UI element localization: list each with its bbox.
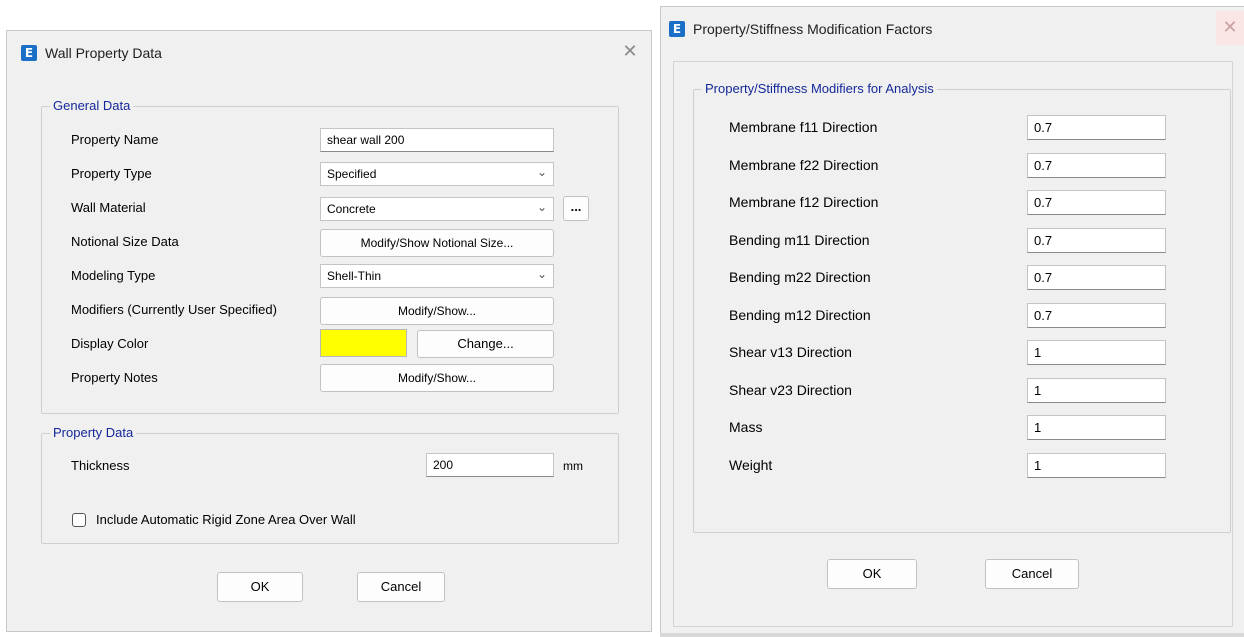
close-icon[interactable]: ✕ <box>619 41 641 63</box>
modifiers-dialog: E Property/Stiffness Modification Factor… <box>660 6 1244 634</box>
modifiers-dialog-title: Property/Stiffness Modification Factors <box>693 21 933 37</box>
thickness-label: Thickness <box>71 458 130 473</box>
modifier-label: Weight <box>729 456 773 473</box>
display-color-swatch[interactable] <box>320 329 407 357</box>
property-notes-button[interactable]: Modify/Show... <box>320 364 554 392</box>
property-type-label: Property Type <box>71 166 152 181</box>
property-data-title: Property Data <box>50 425 137 440</box>
property-data-group: Property Data <box>41 425 619 544</box>
wall-dialog-titlebar: E Wall Property Data <box>7 33 651 73</box>
chevron-down-icon: ⌄ <box>536 200 547 214</box>
material-ellipsis-button[interactable]: ... <box>563 196 589 221</box>
modifier-value-input[interactable]: 0.7 <box>1027 265 1166 290</box>
modifiers-dialog-titlebar: E Property/Stiffness Modification Factor… <box>661 9 1244 49</box>
close-icon[interactable]: ✕ <box>1216 11 1244 45</box>
wall-material-select[interactable]: Concrete ⌄ <box>320 197 554 221</box>
property-name-label: Property Name <box>71 132 159 147</box>
modifier-value-input[interactable]: 0.7 <box>1027 190 1166 215</box>
property-type-select[interactable]: Specified ⌄ <box>320 162 554 186</box>
modifier-label: Shear v13 Direction <box>729 344 852 360</box>
ok-button[interactable]: OK <box>217 572 303 602</box>
modifier-label: Mass <box>729 419 763 435</box>
modifier-value-input[interactable]: 0.7 <box>1027 115 1166 140</box>
modifier-label: Shear v23 Direction <box>729 381 852 398</box>
notional-size-label: Notional Size Data <box>71 234 179 249</box>
modifier-label: Bending m22 Direction <box>729 269 871 285</box>
property-name-input[interactable]: shear wall 200 <box>320 128 554 152</box>
modifier-value-input[interactable]: 1 <box>1027 452 1166 478</box>
chevron-down-icon: ⌄ <box>536 267 547 281</box>
modifier-label: Membrane f12 Direction <box>729 194 879 210</box>
modifier-value-input[interactable]: 0.7 <box>1027 302 1166 328</box>
dialog-bottom-edge <box>660 633 1244 637</box>
modifier-label: Bending m11 Direction <box>729 231 870 248</box>
etabs-app-icon: E <box>21 45 37 61</box>
cancel-button[interactable]: Cancel <box>985 559 1079 589</box>
etabs-app-icon: E <box>669 21 685 37</box>
modeling-type-label: Modeling Type <box>71 268 156 283</box>
cancel-button[interactable]: Cancel <box>357 572 445 602</box>
wall-material-value: Concrete <box>327 202 376 216</box>
modifier-value-input[interactable]: 1 <box>1027 340 1166 365</box>
modifier-value-input[interactable]: 0.7 <box>1027 152 1166 178</box>
modifiers-modify-show-button[interactable]: Modify/Show... <box>320 297 554 325</box>
modifier-value-input[interactable]: 1 <box>1027 377 1166 403</box>
property-notes-label: Property Notes <box>71 370 158 385</box>
modifier-label: Membrane f11 Direction <box>729 119 878 135</box>
modifiers-label: Modifiers (Currently User Specified) <box>71 302 277 317</box>
notional-size-button[interactable]: Modify/Show Notional Size... <box>320 229 554 257</box>
display-color-label: Display Color <box>71 336 149 351</box>
wall-dialog-title: Wall Property Data <box>45 45 162 61</box>
thickness-input[interactable]: 200 <box>426 453 554 477</box>
modifier-label: Bending m12 Direction <box>729 306 871 323</box>
wall-property-dialog: E Wall Property Data ✕ General Data Prop… <box>6 30 652 632</box>
modifier-label: Membrane f22 Direction <box>729 156 879 173</box>
modifier-value-input[interactable]: 1 <box>1027 415 1166 440</box>
rigid-zone-checkbox[interactable] <box>72 513 86 527</box>
rigid-zone-label: Include Automatic Rigid Zone Area Over W… <box>96 512 356 527</box>
modifiers-group-title: Property/Stiffness Modifiers for Analysi… <box>702 81 937 96</box>
general-data-title: General Data <box>50 98 134 113</box>
modifier-value-input[interactable]: 0.7 <box>1027 227 1166 253</box>
modeling-type-select[interactable]: Shell-Thin ⌄ <box>320 264 554 288</box>
thickness-unit: mm <box>563 459 583 473</box>
property-type-value: Specified <box>327 167 377 181</box>
modeling-type-value: Shell-Thin <box>327 269 382 283</box>
ok-button[interactable]: OK <box>827 559 917 589</box>
wall-material-label: Wall Material <box>71 200 146 215</box>
chevron-down-icon: ⌄ <box>536 165 547 179</box>
change-color-button[interactable]: Change... <box>417 330 554 358</box>
